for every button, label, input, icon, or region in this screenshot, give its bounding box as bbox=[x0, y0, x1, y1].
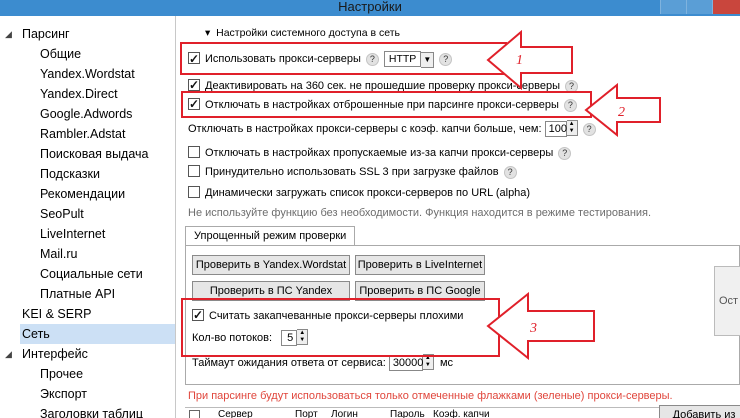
disable-skipped-row: Отключать в настройках пропускаемые из-з… bbox=[188, 144, 572, 162]
tree-item-network[interactable]: Сеть bbox=[20, 324, 175, 344]
collapse-arrow-icon: ▾ bbox=[205, 27, 211, 39]
proxy-table-header: Сервер Порт Логин Пароль Коэф. капчи bbox=[185, 407, 660, 418]
tree-item-general[interactable]: Общие bbox=[40, 44, 81, 64]
tab-simple-check[interactable]: Упрощенный режим проверки bbox=[185, 226, 355, 246]
select-all-checkbox[interactable] bbox=[189, 410, 200, 418]
force-ssl-row: Принудительно использовать SSL 3 при заг… bbox=[188, 163, 517, 181]
callout-label-2: 2 bbox=[618, 105, 625, 120]
tree-item-wordstat[interactable]: Yandex.Wordstat bbox=[40, 64, 135, 84]
expand-arrow-icon[interactable]: ◢ bbox=[5, 344, 12, 364]
column-header[interactable]: Логин bbox=[331, 408, 358, 418]
check-liveinternet-button[interactable]: Проверить в LiveInternet bbox=[355, 255, 485, 275]
help-icon[interactable]: ? bbox=[503, 166, 517, 179]
expand-arrow-icon[interactable]: ◢ bbox=[5, 24, 12, 44]
tree-item-recommend[interactable]: Рекомендации bbox=[40, 184, 125, 204]
tree-item-suggest[interactable]: Подсказки bbox=[40, 164, 100, 184]
disable-skipped-checkbox[interactable] bbox=[188, 146, 200, 158]
tree-item-mailru[interactable]: Mail.ru bbox=[40, 244, 78, 264]
dynamic-load-row: Динамически загружать список прокси-серв… bbox=[188, 184, 530, 202]
tree-item-other[interactable]: Прочее bbox=[40, 364, 83, 384]
maximize-button[interactable] bbox=[686, 0, 712, 14]
help-icon[interactable]: ? bbox=[558, 147, 572, 160]
force-ssl-checkbox[interactable] bbox=[188, 165, 200, 177]
callout-label-3: 3 bbox=[529, 321, 537, 336]
window-title: Настройки bbox=[338, 0, 402, 14]
section-header[interactable]: ▾ Настройки системного доступа в сеть bbox=[205, 24, 400, 42]
callout-arrow-2: 2 bbox=[584, 83, 661, 137]
timeout-label: Таймаут ожидания ответа от сервиса: bbox=[192, 357, 386, 369]
tree-item-adstat[interactable]: Rambler.Adstat bbox=[40, 124, 125, 144]
window-titlebar: Настройки bbox=[0, 0, 740, 16]
callout-arrow-1: 1 bbox=[486, 30, 573, 90]
tree-item-social[interactable]: Социальные сети bbox=[40, 264, 143, 284]
timeout-unit: мс bbox=[439, 357, 453, 369]
tree-item-export[interactable]: Экспорт bbox=[40, 384, 87, 404]
deactivate-checkbox[interactable] bbox=[188, 76, 200, 94]
warning-text: Не используйте функцию без необходимости… bbox=[188, 207, 652, 219]
tree-item-paid-api[interactable]: Платные API bbox=[40, 284, 115, 304]
tree-item-table-headers[interactable]: Заголовки таблиц bbox=[40, 404, 143, 418]
tree-item-parsing[interactable]: Парсинг bbox=[22, 24, 70, 44]
tree-item-adwords[interactable]: Google.Adwords bbox=[40, 104, 132, 124]
spinner-arrows-icon[interactable]: ▲ ▼ bbox=[566, 120, 578, 136]
notice-text: При парсинге будут использоваться только… bbox=[188, 390, 673, 402]
tree-item-direct[interactable]: Yandex.Direct bbox=[40, 84, 118, 104]
settings-tree: ◢ Парсинг Общие Yandex.Wordstat Yandex.D… bbox=[0, 16, 176, 418]
captcha-ratio-label: Отключать в настройках прокси-серверы с … bbox=[188, 123, 542, 135]
dynamic-load-label: Динамически загружать список прокси-серв… bbox=[205, 187, 531, 199]
highlight-box-3 bbox=[181, 298, 500, 357]
highlight-box-2 bbox=[181, 91, 592, 118]
timeout-input[interactable]: 30000 bbox=[388, 355, 423, 371]
section-title: Настройки системного доступа в сеть bbox=[216, 27, 400, 39]
side-button[interactable]: Ост bbox=[714, 266, 740, 336]
dynamic-load-checkbox[interactable] bbox=[188, 186, 200, 198]
column-header[interactable]: Порт bbox=[295, 408, 318, 418]
captcha-ratio-input[interactable]: 100 bbox=[544, 121, 567, 137]
check-wordstat-button[interactable]: Проверить в Yandex.Wordstat bbox=[192, 255, 350, 275]
tree-item-seopult[interactable]: SeoPult bbox=[40, 204, 84, 224]
captcha-ratio-row: Отключать в настройках прокси-серверы с … bbox=[188, 120, 596, 138]
tree-item-liveinternet[interactable]: LiveInternet bbox=[40, 224, 105, 244]
disable-skipped-label: Отключать в настройках пропускаемые из-з… bbox=[205, 147, 554, 159]
column-header[interactable]: Пароль bbox=[390, 408, 425, 418]
minimize-button[interactable] bbox=[660, 0, 686, 14]
network-settings-panel: ▾ Настройки системного доступа в сеть Ис… bbox=[177, 16, 740, 418]
highlight-box-1 bbox=[180, 42, 507, 75]
column-header[interactable]: Коэф. капчи bbox=[433, 408, 490, 418]
close-button[interactable] bbox=[712, 0, 740, 14]
add-from-button[interactable]: Добавить из bbox=[659, 405, 740, 418]
tree-item-serp[interactable]: Поисковая выдача bbox=[40, 144, 148, 164]
tree-item-kei-serp[interactable]: KEI & SERP bbox=[22, 304, 91, 324]
callout-label-1: 1 bbox=[516, 53, 523, 68]
force-ssl-label: Принудительно использовать SSL 3 при заг… bbox=[205, 166, 499, 178]
callout-arrow-3: 3 bbox=[486, 292, 595, 360]
tree-item-interface[interactable]: Интерфейс bbox=[22, 344, 88, 364]
column-header[interactable]: Сервер bbox=[218, 408, 253, 418]
